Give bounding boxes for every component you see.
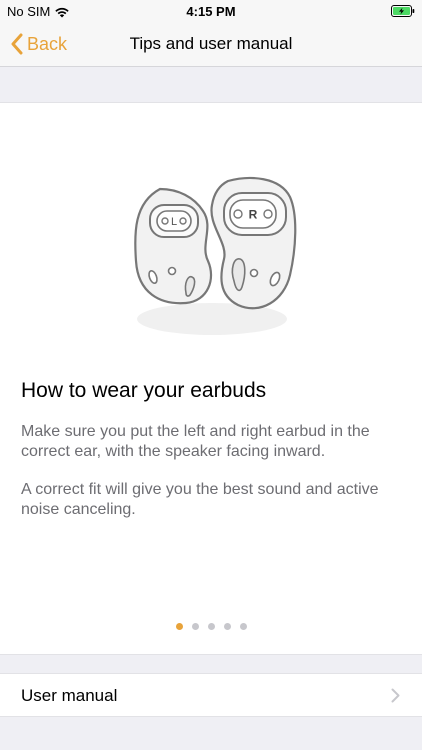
tip-card[interactable]: L R How to wear your earbuds Make sure y… [0, 102, 422, 655]
user-manual-label: User manual [21, 686, 118, 705]
tip-paragraph-2: A correct fit will give you the best sou… [21, 481, 379, 518]
page-dot-5[interactable] [239, 623, 247, 630]
user-manual-row[interactable]: User manual [0, 673, 422, 717]
screen: No SIM 4:15 PM Back Tips and user manual [0, 0, 422, 750]
left-earbud-mark: L [171, 216, 177, 228]
status-bar: No SIM 4:15 PM [0, 0, 422, 22]
page-dot-4[interactable] [223, 623, 231, 630]
chevron-right-icon [391, 688, 400, 703]
tip-paragraph-1: Make sure you put the left and right ear… [21, 423, 370, 460]
earbuds-illustration: L R [134, 176, 297, 335]
page-dot-3[interactable] [207, 623, 215, 630]
page-title: Tips and user manual [129, 34, 293, 53]
page-dot-1[interactable] [175, 623, 183, 630]
tip-heading: How to wear your earbuds [21, 379, 267, 402]
status-time: 4:15 PM [186, 4, 236, 19]
battery-charging-icon [391, 5, 415, 17]
page-dot-2[interactable] [191, 623, 199, 630]
navigation-bar: Back Tips and user manual [0, 22, 422, 67]
page-indicator[interactable] [0, 623, 422, 630]
right-earbud-mark: R [249, 208, 258, 222]
